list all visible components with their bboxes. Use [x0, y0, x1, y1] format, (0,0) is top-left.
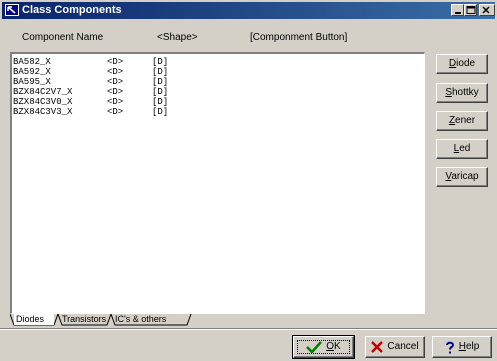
- list-item[interactable]: BZX84C2V7_X <D> [D]: [12, 87, 424, 97]
- component-name: BA592_X: [13, 67, 51, 77]
- shottky-mnemonic: S: [445, 87, 452, 98]
- component-name: BZX84C3V3_X: [13, 107, 73, 117]
- column-header-component-button: [Componment Button]: [250, 32, 348, 43]
- component-button: [D]: [152, 87, 169, 97]
- component-shape: <D>: [107, 87, 124, 97]
- led-label: ed: [459, 143, 471, 154]
- list-item[interactable]: BA592_X <D> [D]: [12, 67, 424, 77]
- tab-strip: Diodes Transistors IC's & others: [10, 314, 425, 326]
- tab-transistors[interactable]: Transistors: [60, 314, 108, 325]
- minimize-button[interactable]: [451, 4, 464, 16]
- maximize-button[interactable]: [464, 4, 477, 16]
- component-shape: <D>: [107, 77, 124, 87]
- ok-mnemonic: O: [326, 341, 335, 352]
- shottky-label: hottky: [451, 87, 479, 98]
- help-label: elp: [465, 341, 480, 352]
- tab-diodes[interactable]: Diodes: [14, 314, 54, 325]
- components-list[interactable]: BA582_X <D> [D] BA592_X <D> [D] BA595_X …: [10, 52, 425, 314]
- app-icon: [5, 4, 19, 16]
- component-name: BZX84C3V0_X: [13, 97, 73, 107]
- list-item[interactable]: BZX84C3V0_X <D> [D]: [12, 97, 424, 107]
- title-bar[interactable]: Class Components: [2, 2, 495, 19]
- x-icon: [371, 341, 384, 353]
- help-button[interactable]: Help: [432, 336, 492, 358]
- tab-ics-others[interactable]: IC's & others: [113, 314, 168, 325]
- component-name: BA595_X: [13, 77, 51, 87]
- diode-button[interactable]: Diode: [436, 54, 488, 74]
- checkmark-icon: [306, 341, 323, 353]
- component-shape: <D>: [107, 97, 124, 107]
- cancel-label: Cancel: [387, 341, 419, 352]
- divider: [0, 328, 497, 330]
- diode-label: iode: [456, 58, 476, 69]
- zener-button[interactable]: Zener: [436, 111, 488, 131]
- component-name: BA582_X: [13, 57, 51, 67]
- cancel-button[interactable]: Cancel: [365, 336, 425, 358]
- ok-button[interactable]: OK: [292, 335, 355, 359]
- component-button: [D]: [152, 107, 169, 117]
- component-shape: <D>: [107, 107, 124, 117]
- component-shape: <D>: [107, 67, 124, 77]
- component-button: [D]: [152, 77, 169, 87]
- shottky-button[interactable]: Shottky: [436, 83, 488, 103]
- column-header-component-name: Component Name: [22, 32, 104, 43]
- component-name: BZX84C2V7_X: [13, 87, 73, 97]
- help-mnemonic: H: [458, 341, 466, 352]
- close-icon: [482, 6, 490, 14]
- component-shape: <D>: [107, 57, 124, 67]
- maximize-icon: [466, 6, 476, 14]
- component-button: [D]: [152, 57, 169, 67]
- question-icon: [445, 341, 454, 353]
- window-title: Class Components: [22, 4, 122, 16]
- close-button[interactable]: [479, 4, 495, 16]
- minimize-icon: [455, 12, 461, 14]
- class-components-window: Class Components Component Name <Shape> …: [0, 0, 497, 361]
- list-item[interactable]: BZX84C3V3_X <D> [D]: [12, 107, 424, 117]
- list-item[interactable]: BA582_X <D> [D]: [12, 57, 424, 67]
- list-item[interactable]: BA595_X <D> [D]: [12, 77, 424, 87]
- varicap-label: aricap: [451, 171, 479, 182]
- varicap-button[interactable]: Varicap: [436, 167, 488, 187]
- zener-label: ener: [455, 115, 476, 126]
- component-button: [D]: [152, 97, 169, 107]
- led-button[interactable]: Led: [436, 139, 488, 159]
- ok-label: K: [334, 341, 341, 352]
- component-button: [D]: [152, 67, 169, 77]
- column-header-shape: <Shape>: [157, 32, 198, 43]
